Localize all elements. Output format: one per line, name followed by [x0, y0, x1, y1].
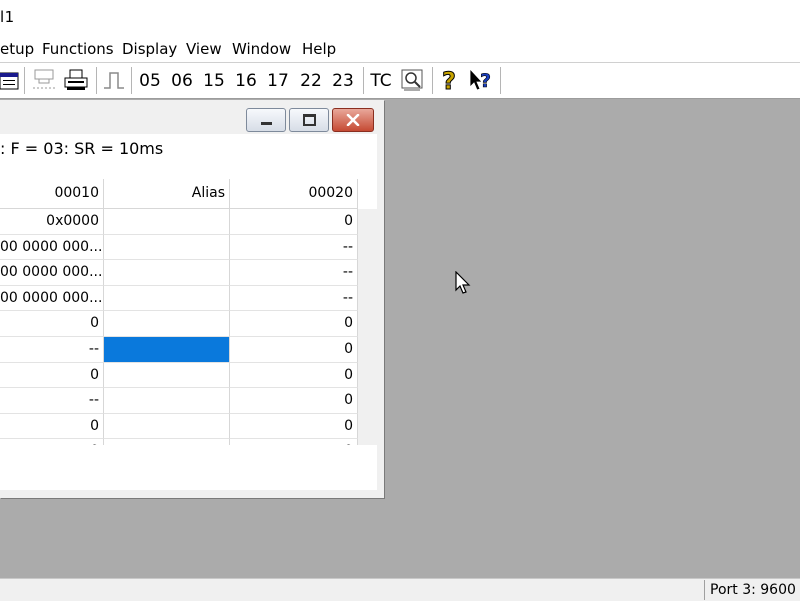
cell-address-a[interactable]: 0 — [0, 311, 104, 337]
fc-06-button[interactable]: 06 — [168, 68, 196, 93]
close-icon — [346, 114, 360, 126]
cell-address-b[interactable]: -- — [230, 260, 358, 286]
fc-15-button[interactable]: 15 — [200, 68, 228, 93]
column-header-address-a[interactable]: 00010 — [0, 179, 104, 209]
cell-address-a[interactable]: -- — [0, 337, 104, 363]
cell-address-b[interactable]: 0 — [230, 209, 358, 235]
tc-button[interactable]: TC — [367, 68, 395, 93]
grid-empty-area — [0, 445, 377, 490]
column-header-address-b[interactable]: 00020 — [230, 179, 358, 209]
register-grid[interactable]: 00010 Alias 00020 0x0000 0 00 0000 000... -… — [0, 179, 377, 490]
minimize-button[interactable] — [246, 108, 286, 132]
mouse-cursor-icon — [455, 270, 471, 299]
cell-alias[interactable] — [104, 285, 230, 312]
cell-alias[interactable] — [104, 337, 230, 363]
poll-child-window[interactable]: : F = 03: SR = 10ms 00010 Alias 00020 0x… — [0, 100, 384, 498]
fc-17-button[interactable]: 17 — [264, 68, 292, 93]
cell-address-a[interactable]: -- — [0, 388, 104, 414]
cell-address-b[interactable]: -- — [230, 234, 358, 261]
close-button[interactable] — [332, 108, 374, 132]
status-separator — [704, 580, 705, 600]
cell-address-b[interactable]: 0 — [230, 413, 358, 440]
toolbar-separator — [96, 67, 98, 94]
cell-alias[interactable] — [104, 311, 230, 337]
toolbar-separator — [131, 67, 133, 94]
cell-address-a[interactable]: 0x0000 — [0, 209, 104, 235]
cell-address-a[interactable]: 00 0000 000... — [0, 260, 104, 286]
toolbar-separator — [363, 67, 365, 94]
cell-address-a[interactable]: 00 0000 000... — [0, 285, 104, 312]
minimize-icon — [260, 121, 272, 125]
cell-address-a[interactable]: 00 0000 000... — [0, 234, 104, 261]
poll-definition-header: : F = 03: SR = 10ms — [0, 139, 164, 158]
menu-bar: etup Functions Display View Window Help — [0, 38, 800, 62]
menu-window[interactable]: Window — [232, 40, 291, 58]
fc-22-button[interactable]: 22 — [297, 68, 325, 93]
cell-alias[interactable] — [104, 260, 230, 286]
menu-setup[interactable]: etup — [0, 40, 34, 58]
cell-address-b[interactable]: 0 — [230, 362, 358, 389]
cell-alias[interactable] — [104, 209, 230, 235]
help-pointer-icon[interactable]: ? — [437, 67, 465, 94]
maximize-button[interactable] — [289, 108, 329, 132]
app-title: l1 — [0, 8, 15, 26]
menu-functions[interactable]: Functions — [42, 40, 114, 58]
cell-address-b[interactable]: 0 — [230, 388, 358, 414]
tc-monitor-icon[interactable] — [398, 68, 426, 93]
cell-address-a[interactable]: 0 — [0, 413, 104, 440]
svg-text:?: ? — [442, 67, 456, 94]
printer-icon[interactable] — [61, 68, 91, 93]
menu-view[interactable]: View — [186, 40, 222, 58]
toolbar-separator — [24, 67, 26, 94]
cell-address-b[interactable]: -- — [230, 285, 358, 312]
cell-address-a[interactable]: 0 — [0, 362, 104, 389]
fc-16-button[interactable]: 16 — [232, 68, 260, 93]
disconnect-icon[interactable] — [30, 68, 60, 93]
pulse-icon[interactable] — [101, 68, 127, 93]
context-help-icon[interactable]: ? — [467, 67, 497, 93]
window-icon[interactable] — [0, 68, 20, 93]
toolbar-separator — [432, 67, 434, 94]
child-client-area: : F = 03: SR = 10ms 00010 Alias 00020 0x… — [0, 134, 377, 490]
child-title-bar[interactable] — [0, 100, 384, 134]
toolbar-separator — [500, 67, 502, 94]
cell-alias[interactable] — [104, 388, 230, 414]
fc-23-button[interactable]: 23 — [329, 68, 357, 93]
cell-address-b[interactable]: 0 — [230, 311, 358, 337]
column-header-alias[interactable]: Alias — [104, 179, 230, 209]
svg-text:?: ? — [480, 70, 491, 92]
maximize-icon — [302, 114, 316, 126]
cell-address-b[interactable]: 0 — [230, 337, 358, 363]
menu-display[interactable]: Display — [122, 40, 177, 58]
fc-05-button[interactable]: 05 — [136, 68, 164, 93]
menu-help[interactable]: Help — [302, 40, 336, 58]
cell-alias[interactable] — [104, 413, 230, 440]
status-bar: Port 3: 9600 — [0, 578, 800, 601]
toolbar: 05 06 15 16 17 22 23 TC ? ? — [0, 62, 800, 99]
cell-alias[interactable] — [104, 234, 230, 261]
status-port-text: Port 3: 9600 — [710, 582, 796, 598]
app-title-bar: l1 — [0, 0, 800, 39]
cell-alias[interactable] — [104, 362, 230, 389]
